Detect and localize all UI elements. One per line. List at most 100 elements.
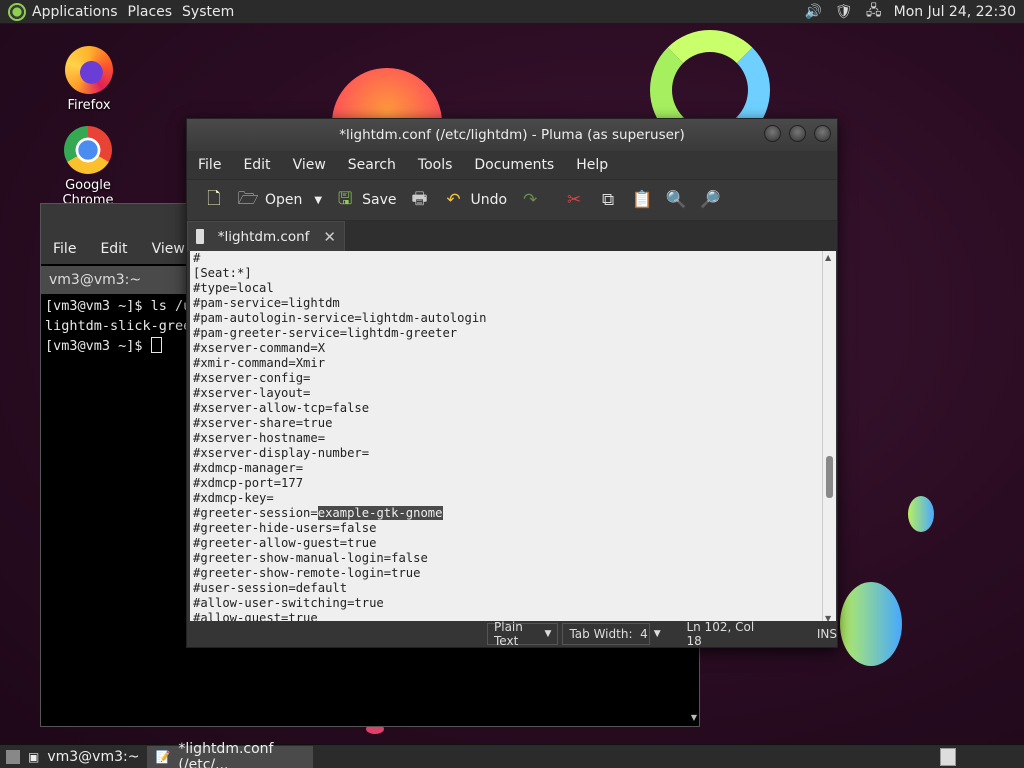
chevron-down-icon: ▼ bbox=[314, 194, 323, 206]
search-icon: 🔍 bbox=[665, 190, 687, 210]
editor-line: # bbox=[193, 251, 201, 265]
document-tab-label: *lightdm.conf bbox=[217, 228, 310, 245]
text-editor[interactable]: # [Seat:*] #type=local #pam-service=ligh… bbox=[190, 251, 823, 623]
open-recent-dropdown[interactable]: ▼ bbox=[308, 183, 328, 217]
editor-line: #xserver-layout= bbox=[193, 386, 311, 400]
selected-text[interactable]: example-gtk-gnome bbox=[317, 506, 443, 520]
chrome-icon bbox=[64, 126, 112, 174]
chevron-down-icon: ▼ bbox=[653, 629, 661, 639]
shield-icon[interactable]: 🛡 bbox=[834, 3, 854, 21]
text-editor-icon: 📝 bbox=[155, 749, 171, 764]
system-menu[interactable]: System bbox=[182, 4, 244, 20]
language-selector[interactable]: Plain Text ▼ bbox=[487, 620, 559, 648]
menu-help[interactable]: Help bbox=[565, 157, 619, 173]
network-icon[interactable]: 🖧 bbox=[864, 3, 884, 21]
chevron-down-icon: ▼ bbox=[544, 629, 552, 639]
save-label: Save bbox=[362, 192, 397, 208]
redo-button[interactable]: ↷ bbox=[513, 183, 547, 217]
pluma-titlebar[interactable]: *lightdm.conf (/etc/lightdm) - Pluma (as… bbox=[187, 119, 837, 151]
pluma-menubar: File Edit View Search Tools Documents He… bbox=[187, 151, 837, 179]
insert-mode: INS bbox=[816, 627, 837, 641]
editor-line-current: #greeter-session=example-gtk-gnome bbox=[193, 506, 823, 521]
cut-button[interactable]: ✂ bbox=[557, 183, 591, 217]
menu-search[interactable]: Search bbox=[337, 157, 407, 173]
desktop-icon-firefox[interactable]: Firefox bbox=[39, 46, 139, 113]
save-button[interactable]: 🖫 Save bbox=[328, 183, 402, 217]
terminal-menu-edit[interactable]: Edit bbox=[88, 241, 139, 257]
editor-scrollbar[interactable]: ▲ ▼ bbox=[822, 251, 836, 623]
redo-icon: ↷ bbox=[522, 190, 538, 210]
places-menu[interactable]: Places bbox=[128, 4, 183, 20]
editor-line: #type=local bbox=[193, 281, 274, 295]
scroll-up-icon[interactable]: ▲ bbox=[825, 253, 831, 262]
pluma-statusbar: Plain Text ▼ Tab Width: 4 ▼ Ln 102, Col … bbox=[187, 620, 837, 648]
paste-button[interactable]: 📋 bbox=[625, 183, 659, 217]
undo-button[interactable]: ↶ Undo bbox=[436, 183, 513, 217]
editor-line: #xserver-share=true bbox=[193, 416, 333, 430]
language-label: Plain Text bbox=[494, 620, 523, 648]
copy-icon: ⧉ bbox=[601, 190, 615, 210]
cursor-position: Ln 102, Col 18 bbox=[686, 620, 755, 648]
editor-line: #pam-greeter-service=lightdm-greeter bbox=[193, 326, 458, 340]
undo-icon: ↶ bbox=[446, 190, 461, 210]
new-document-button[interactable]: 🗋 bbox=[197, 183, 231, 217]
replace-button[interactable]: 🔎 bbox=[693, 183, 727, 217]
editor-line: #greeter-hide-users=false bbox=[193, 521, 377, 535]
desktop-icon-chrome[interactable]: Google Chrome bbox=[38, 126, 138, 208]
taskbar-item-terminal[interactable]: ▣ vm3@vm3:~ bbox=[20, 746, 147, 768]
close-button[interactable] bbox=[814, 125, 831, 142]
minimize-button[interactable] bbox=[764, 125, 781, 142]
terminal-menu-file[interactable]: File bbox=[41, 241, 88, 257]
pluma-window[interactable]: *lightdm.conf (/etc/lightdm) - Pluma (as… bbox=[186, 118, 838, 648]
menu-file[interactable]: File bbox=[187, 157, 232, 173]
volume-icon[interactable]: 🔊 bbox=[804, 3, 824, 21]
applications-menu[interactable]: Applications bbox=[32, 4, 128, 20]
tab-width-selector[interactable]: Tab Width: 4 ▼ bbox=[562, 623, 661, 645]
editor-line: #xserver-hostname= bbox=[193, 431, 326, 445]
editor-line: #xdmcp-manager= bbox=[193, 461, 304, 475]
menu-view[interactable]: View bbox=[282, 157, 337, 173]
menu-edit[interactable]: Edit bbox=[232, 157, 281, 173]
editor-line: #greeter-allow-guest=true bbox=[193, 536, 377, 550]
terminal-prompt: [vm3@vm3 ~]$ bbox=[45, 338, 151, 354]
editor-line: #xserver-allow-tcp=false bbox=[193, 401, 370, 415]
mate-logo-icon[interactable] bbox=[8, 2, 26, 21]
desktop-icon-label: Firefox bbox=[67, 98, 111, 113]
clock[interactable]: Mon Jul 24, 22:30 bbox=[894, 4, 1016, 20]
show-desktop-icon[interactable] bbox=[6, 749, 20, 764]
editor-line: #xserver-command=X bbox=[193, 341, 326, 355]
scissors-icon: ✂ bbox=[566, 190, 582, 210]
scrollbar-thumb[interactable] bbox=[826, 456, 833, 498]
terminal-cursor bbox=[150, 337, 162, 353]
window-title: *lightdm.conf (/etc/lightdm) - Pluma (as… bbox=[339, 127, 685, 143]
copy-button[interactable]: ⧉ bbox=[591, 183, 625, 217]
open-button[interactable]: 🗁 Open bbox=[231, 183, 308, 217]
new-document-icon: 🗋 bbox=[207, 188, 221, 209]
taskbar-item-label: vm3@vm3:~ bbox=[47, 748, 140, 765]
menu-tools[interactable]: Tools bbox=[407, 157, 464, 173]
editor-line: #xmir-command=Xmir bbox=[193, 356, 326, 370]
editor-line: [Seat:*] bbox=[193, 266, 252, 280]
print-button[interactable]: 🖶 bbox=[402, 183, 436, 217]
open-folder-icon: 🗁 bbox=[237, 188, 259, 209]
print-icon: 🖶 bbox=[411, 188, 428, 209]
firefox-icon bbox=[65, 46, 113, 94]
editor-line: #xserver-display-number= bbox=[193, 446, 370, 460]
find-button[interactable]: 🔍 bbox=[659, 183, 693, 217]
taskbar-item-pluma[interactable]: 📝 *lightdm.conf (/etc/... bbox=[147, 741, 314, 768]
workspace-switcher[interactable] bbox=[940, 747, 956, 766]
text-file-icon bbox=[196, 229, 204, 244]
menu-documents[interactable]: Documents bbox=[463, 157, 565, 173]
editor-line: #xdmcp-port=177 bbox=[193, 476, 304, 490]
bottom-taskbar: ▣ vm3@vm3:~ 📝 *lightdm.conf (/etc/... bbox=[0, 741, 1024, 768]
terminal-scroll-down-icon[interactable]: ▼ bbox=[691, 713, 697, 722]
editor-line: #user-session=default bbox=[193, 581, 348, 595]
document-tab[interactable]: *lightdm.conf ✕ bbox=[187, 221, 345, 251]
maximize-button[interactable] bbox=[789, 125, 806, 142]
wallpaper-egg bbox=[840, 582, 902, 666]
close-tab-icon[interactable]: ✕ bbox=[323, 228, 336, 246]
top-panel: Applications Places System 🔊 🛡 🖧 Mon Jul… bbox=[0, 0, 1024, 24]
taskbar-item-label: *lightdm.conf (/etc/... bbox=[178, 740, 274, 768]
save-icon: 🖫 bbox=[337, 188, 353, 209]
terminal-tab-label: vm3@vm3:~ bbox=[49, 272, 142, 288]
